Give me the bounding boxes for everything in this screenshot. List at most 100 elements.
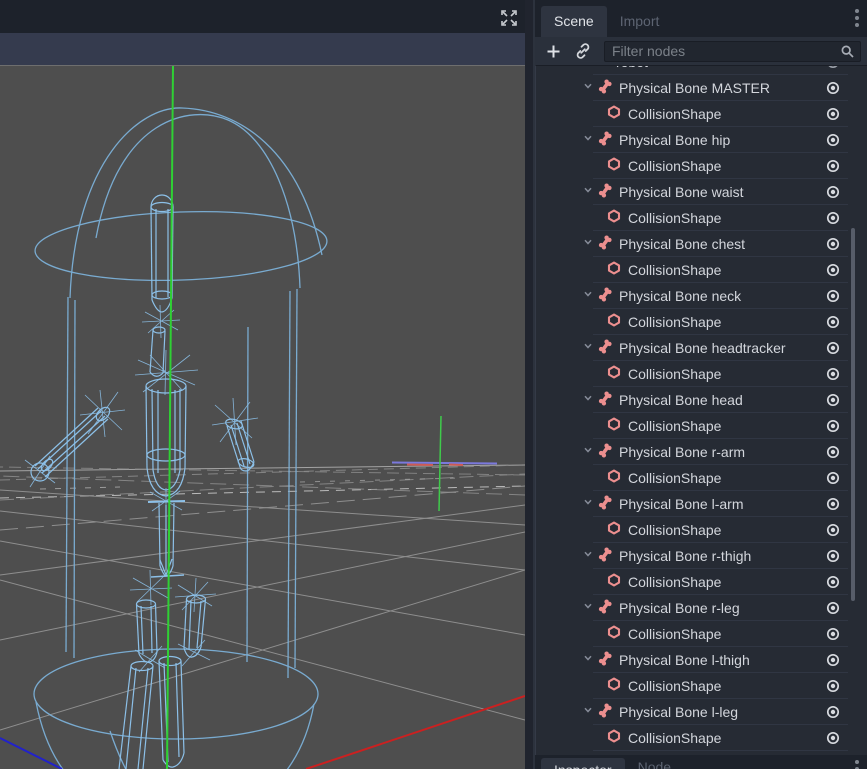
visibility-eye-icon[interactable] bbox=[825, 652, 841, 668]
tree-row[interactable]: Physical Bone l-arm bbox=[536, 491, 867, 517]
dock-menu-icon[interactable] bbox=[854, 8, 860, 31]
visibility-eye-icon[interactable] bbox=[825, 106, 841, 122]
node-name: CollisionShape bbox=[628, 262, 721, 278]
search-icon bbox=[840, 44, 855, 64]
visibility-eye-icon[interactable] bbox=[825, 262, 841, 278]
physical-bone-icon bbox=[597, 390, 613, 411]
viewport-3d[interactable] bbox=[0, 65, 525, 769]
world-axes bbox=[0, 66, 525, 769]
node-name: Physical Bone l-thigh bbox=[619, 652, 750, 668]
scrollbar-thumb[interactable] bbox=[851, 228, 855, 601]
visibility-eye-icon[interactable] bbox=[825, 574, 841, 590]
node-name: Physical Bone r-leg bbox=[619, 600, 740, 616]
tab-node[interactable]: Node bbox=[625, 755, 684, 769]
add-node-button[interactable] bbox=[545, 43, 562, 60]
tab-import[interactable]: Import bbox=[607, 6, 673, 37]
tree-row[interactable]: Physical Bone l-leg bbox=[536, 699, 867, 725]
tree-row[interactable]: Physical Bone r-leg bbox=[536, 595, 867, 621]
visibility-eye-icon[interactable] bbox=[825, 444, 841, 460]
physical-bone-icon bbox=[597, 650, 613, 671]
tree-row[interactable]: CollisionShape bbox=[536, 361, 867, 387]
tree-row[interactable]: CollisionShape bbox=[536, 517, 867, 543]
collapse-chevron-icon[interactable] bbox=[582, 599, 594, 617]
tree-row[interactable]: CollisionShape bbox=[536, 673, 867, 699]
tree-row[interactable]: CollisionShape bbox=[536, 413, 867, 439]
tree-row[interactable]: Physical Bone waist bbox=[536, 179, 867, 205]
filter-nodes-input[interactable] bbox=[604, 41, 861, 62]
visibility-eye-icon[interactable] bbox=[825, 522, 841, 538]
tree-row[interactable]: Physical Bone headtracker bbox=[536, 335, 867, 361]
fullscreen-expand-icon[interactable] bbox=[500, 9, 518, 27]
node-name: Physical Bone r-arm bbox=[619, 444, 745, 460]
visibility-eye-icon[interactable] bbox=[825, 366, 841, 382]
instance-scene-button[interactable] bbox=[574, 42, 592, 60]
tree-row[interactable]: CollisionShape bbox=[536, 101, 867, 127]
collapse-chevron-icon[interactable] bbox=[582, 183, 594, 201]
tree-row[interactable]: Physical Bone neck bbox=[536, 283, 867, 309]
bottom-dock-menu-icon[interactable] bbox=[854, 759, 860, 769]
physical-bone-icon bbox=[597, 702, 613, 723]
tree-row[interactable]: CollisionShape bbox=[536, 569, 867, 595]
tree-row[interactable]: CollisionShape bbox=[536, 257, 867, 283]
tree-row[interactable]: CollisionShape bbox=[536, 465, 867, 491]
dock-divider[interactable] bbox=[525, 0, 535, 769]
visibility-eye-icon[interactable] bbox=[825, 418, 841, 434]
tree-row[interactable]: CollisionShape bbox=[536, 205, 867, 231]
collapse-chevron-icon[interactable] bbox=[582, 391, 594, 409]
tree-row[interactable]: Physical Bone head bbox=[536, 387, 867, 413]
collapse-chevron-icon[interactable] bbox=[582, 287, 594, 305]
ragdoll-bones bbox=[25, 195, 258, 769]
tree-row[interactable]: Physical Bone MASTER bbox=[536, 75, 867, 101]
tree-row[interactable]: CollisionShape bbox=[536, 309, 867, 335]
visibility-eye-icon[interactable] bbox=[825, 184, 841, 200]
physical-bone-icon bbox=[597, 234, 613, 255]
tree-row[interactable]: Physical Bone r-arm bbox=[536, 439, 867, 465]
visibility-eye-icon[interactable] bbox=[825, 132, 841, 148]
node-name: CollisionShape bbox=[628, 314, 721, 330]
collapse-chevron-icon[interactable] bbox=[582, 235, 594, 253]
tab-scene[interactable]: Scene bbox=[541, 6, 607, 37]
node-name: CollisionShape bbox=[628, 210, 721, 226]
visibility-eye-icon[interactable] bbox=[825, 626, 841, 642]
tab-inspector[interactable]: Inspector bbox=[541, 758, 625, 769]
collapse-chevron-icon[interactable] bbox=[582, 547, 594, 565]
visibility-eye-icon[interactable] bbox=[825, 392, 841, 408]
collapse-chevron-icon[interactable] bbox=[582, 339, 594, 357]
visibility-eye-icon[interactable] bbox=[825, 340, 841, 356]
tree-row[interactable]: Physical Bone l-thigh bbox=[536, 647, 867, 673]
tree-row[interactable]: Physical Bone hip bbox=[536, 127, 867, 153]
visibility-eye-icon[interactable] bbox=[825, 600, 841, 616]
tree-row[interactable]: Physical Bone r-thigh bbox=[536, 543, 867, 569]
y-axis-line bbox=[167, 66, 173, 769]
collapse-chevron-icon[interactable] bbox=[582, 79, 594, 97]
tree-row[interactable]: Physical Bone chest bbox=[536, 231, 867, 257]
visibility-eye-icon[interactable] bbox=[825, 548, 841, 564]
visibility-eye-icon[interactable] bbox=[825, 210, 841, 226]
tree-row-clipped[interactable]: robot bbox=[536, 65, 867, 75]
tree-row[interactable]: CollisionShape bbox=[536, 153, 867, 179]
visibility-eye-icon[interactable] bbox=[825, 470, 841, 486]
physical-bone-icon bbox=[597, 338, 613, 359]
visibility-eye-icon[interactable] bbox=[825, 730, 841, 746]
visibility-eye-icon[interactable] bbox=[825, 80, 841, 96]
tree-row[interactable]: CollisionShape bbox=[536, 725, 867, 751]
collapse-chevron-icon[interactable] bbox=[582, 495, 594, 513]
collapse-chevron-icon[interactable] bbox=[582, 131, 594, 149]
visibility-eye-icon[interactable] bbox=[825, 704, 841, 720]
visibility-eye-icon[interactable] bbox=[825, 65, 841, 70]
collision-shape-icon bbox=[606, 104, 622, 125]
collapse-chevron-icon[interactable] bbox=[582, 651, 594, 669]
visibility-eye-icon[interactable] bbox=[825, 288, 841, 304]
collapse-chevron-icon[interactable] bbox=[582, 443, 594, 461]
visibility-eye-icon[interactable] bbox=[825, 678, 841, 694]
collision-shape-icon bbox=[606, 208, 622, 229]
visibility-eye-icon[interactable] bbox=[825, 236, 841, 252]
node-name: CollisionShape bbox=[628, 158, 721, 174]
collapse-chevron-icon[interactable] bbox=[582, 703, 594, 721]
visibility-eye-icon[interactable] bbox=[825, 314, 841, 330]
collision-shape-icon bbox=[606, 364, 622, 385]
tree-row[interactable]: CollisionShape bbox=[536, 621, 867, 647]
visibility-eye-icon[interactable] bbox=[825, 496, 841, 512]
visibility-eye-icon[interactable] bbox=[825, 158, 841, 174]
node-name: Physical Bone head bbox=[619, 392, 743, 408]
